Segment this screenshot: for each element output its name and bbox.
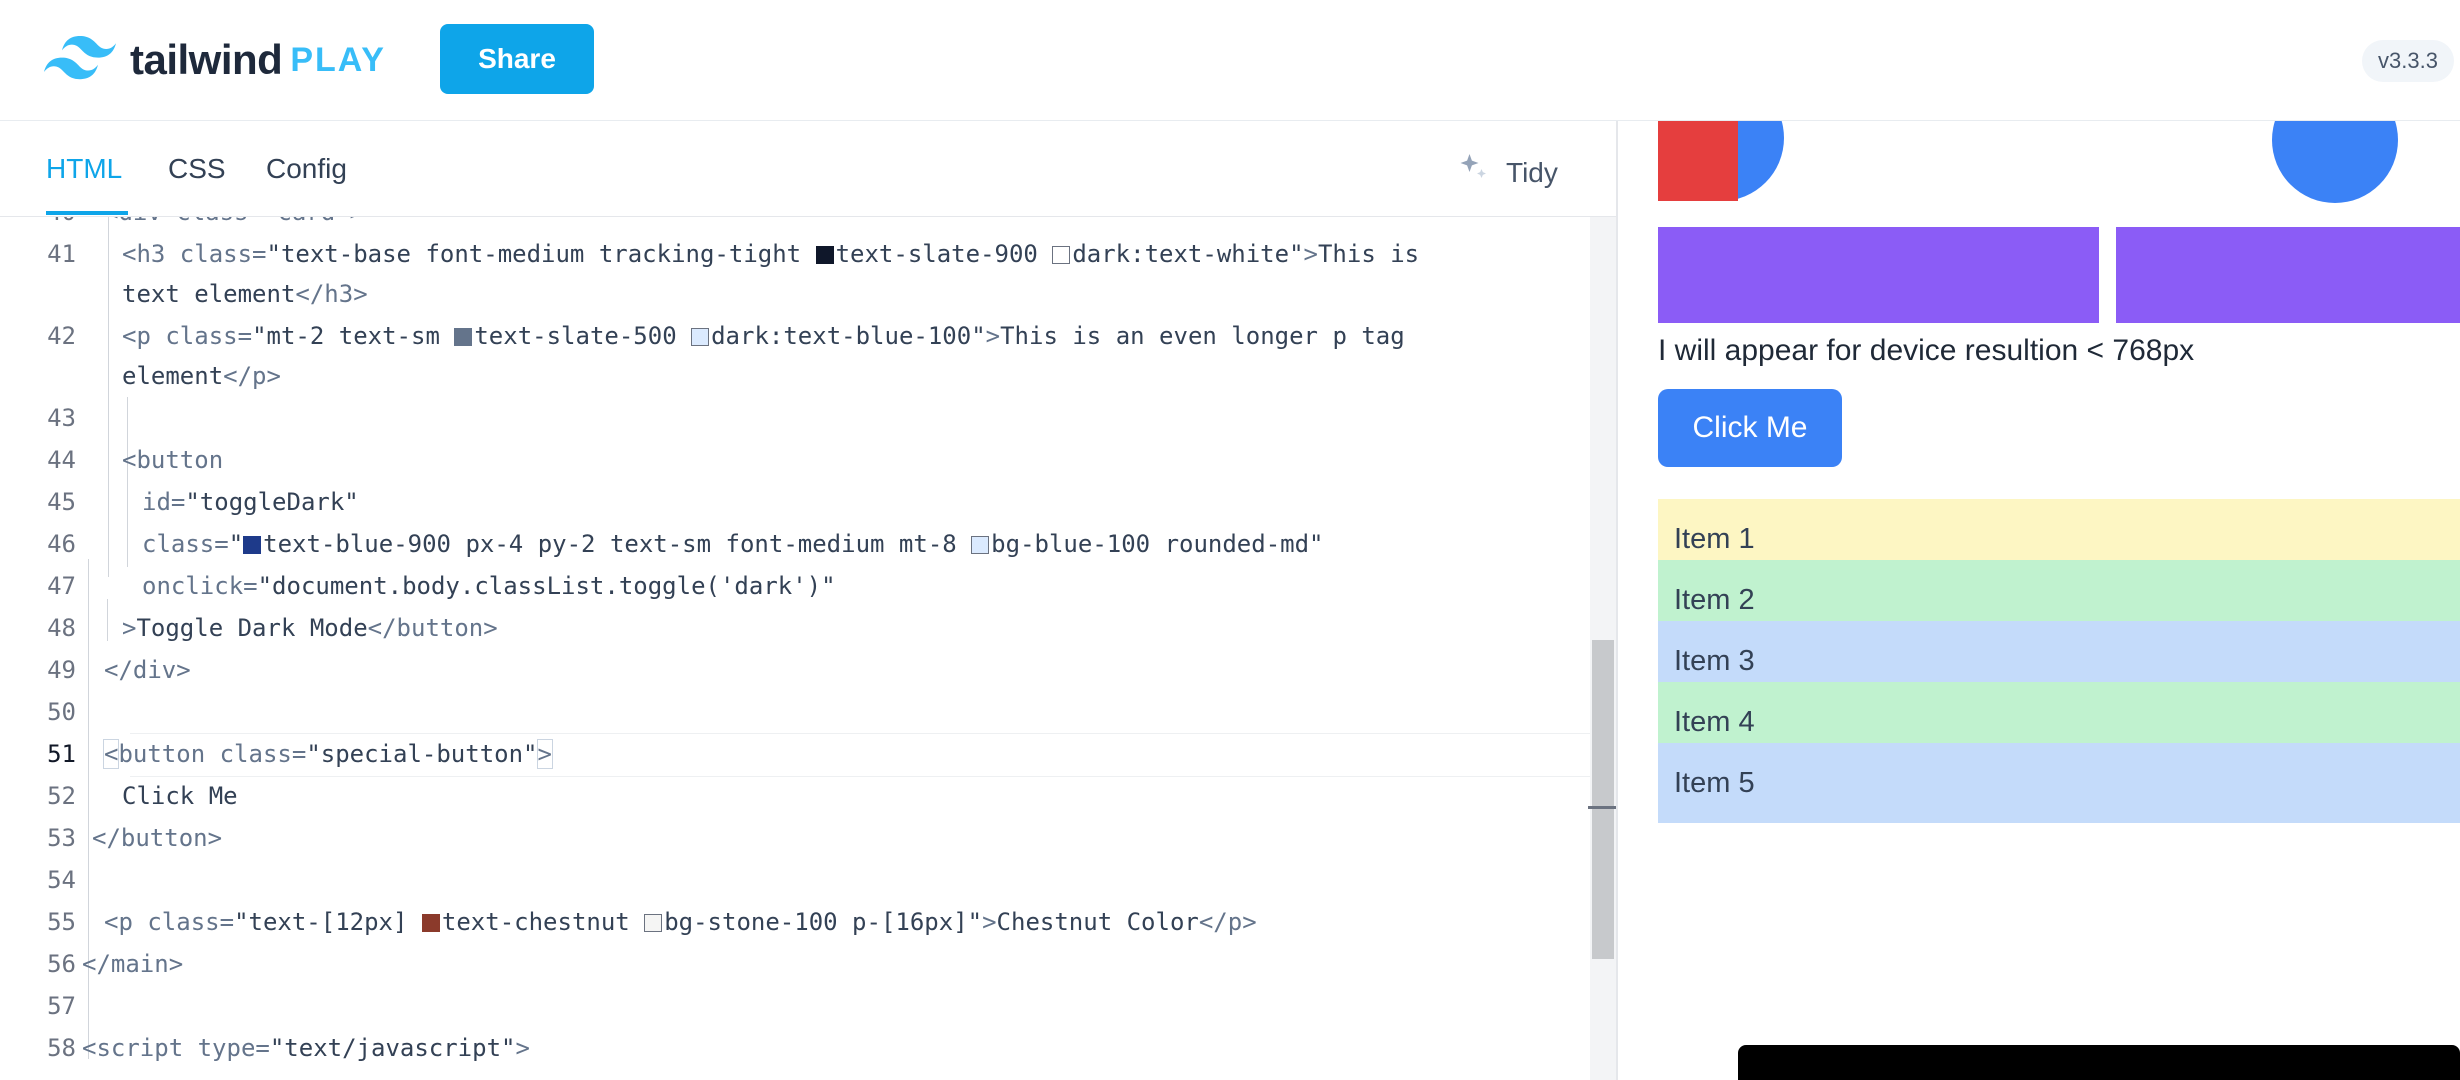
code-line: 52 Click Me <box>0 775 1590 817</box>
red-square <box>1658 121 1738 201</box>
code-text: text element</h3> <box>122 280 368 308</box>
preview-panel: I will appear for device resultion < 768… <box>1618 121 2460 1080</box>
tab-css[interactable]: CSS <box>168 153 226 185</box>
line-number: 48 <box>47 614 76 642</box>
code-text: </div> <box>104 656 191 684</box>
scrollbar-marker <box>1588 806 1618 809</box>
click-me-button[interactable]: Click Me <box>1658 389 1842 467</box>
tailwind-logo-icon <box>44 35 116 85</box>
code-text: <p class="mt-2 text-sm text-slate-500 da… <box>122 322 1405 350</box>
line-number: 51 <box>47 740 76 768</box>
line-number: 41 <box>47 240 76 268</box>
code-line-current: 51 <button class="special-button"> <box>0 733 1590 777</box>
code-line: 43 <box>0 397 1590 439</box>
line-number: 47 <box>47 572 76 600</box>
code-line: 58 <script type="text/javascript"> <box>0 1027 1590 1069</box>
code-line: 42 <p class="mt-2 text-sm text-slate-500… <box>0 315 1590 357</box>
blue-circle <box>2272 121 2398 203</box>
purple-block <box>1658 227 2099 323</box>
tidy-label: Tidy <box>1506 156 1558 188</box>
color-swatch <box>815 246 834 264</box>
code-text: <p class="text-[12px] text-chestnut bg-s… <box>104 908 1257 936</box>
color-swatch <box>243 536 262 554</box>
code-text: <h3 class="text-base font-medium trackin… <box>122 240 1420 268</box>
line-number: 42 <box>47 322 76 350</box>
version-badge[interactable]: v3.3.3 <box>2362 40 2454 82</box>
color-swatch <box>644 914 663 932</box>
code-line: 50 <box>0 691 1590 733</box>
code-line: text element</h3> <box>0 273 1590 315</box>
code-line: 44 <button <box>0 439 1590 481</box>
line-number: 54 <box>47 866 76 894</box>
brand-suffix: PLAY <box>290 40 386 79</box>
active-tab-indicator <box>46 211 128 215</box>
share-button[interactable]: Share <box>440 24 594 94</box>
line-number: 52 <box>47 782 76 810</box>
code-text: >Toggle Dark Mode</button> <box>122 614 498 642</box>
color-swatch <box>1052 246 1071 264</box>
line-number: 58 <box>47 1034 76 1062</box>
code-text: class=" text-blue-900 px-4 py-2 text-sm f… <box>142 530 1324 558</box>
code-line: 54 <box>0 859 1590 901</box>
purple-block <box>2116 227 2460 323</box>
tidy-button[interactable]: Tidy <box>1456 151 1558 194</box>
black-block <box>1738 1045 2460 1080</box>
editor-tabs: HTML CSS Config Tidy <box>0 121 1616 217</box>
code-text: Click Me <box>122 782 238 810</box>
editor-scrollbar-thumb[interactable] <box>1592 640 1614 959</box>
line-number: 55 <box>47 908 76 936</box>
sparkles-icon <box>1456 151 1506 194</box>
line-number: 49 <box>47 656 76 684</box>
code-line: 49 </div> <box>0 649 1590 691</box>
line-number: 50 <box>47 698 76 726</box>
code-line: 46 class=" text-blue-900 px-4 py-2 text-s… <box>0 523 1590 565</box>
line-number: 46 <box>47 530 76 558</box>
code-line: 45 id="toggleDark" <box>0 481 1590 523</box>
responsive-text: I will appear for device resultion < 768… <box>1658 334 2195 367</box>
tab-config[interactable]: Config <box>266 153 347 185</box>
code-text: </main> <box>82 950 184 978</box>
code-text: <script type="text/javascript"> <box>82 1034 530 1062</box>
line-number: 57 <box>47 992 76 1020</box>
tab-html[interactable]: HTML <box>46 153 122 185</box>
code-line: 55 <p class="text-[12px] text-chestnut b… <box>0 901 1590 943</box>
code-area[interactable]: 40 <div class="card"> 41 <h3 class="text… <box>0 217 1590 1080</box>
top-bar: tailwind PLAY Share v3.3.3 <box>0 0 2460 121</box>
code-text: id="toggleDark" <box>142 488 359 516</box>
code-text: <button class="special-button"> <box>102 739 553 769</box>
logo[interactable]: tailwind PLAY <box>44 32 386 88</box>
code-line: element</p> <box>0 355 1590 397</box>
code-text: <div class="card"> <box>104 217 364 233</box>
color-swatch <box>971 536 990 554</box>
line-number: 56 <box>47 950 76 978</box>
code-line: 48 >Toggle Dark Mode</button> <box>0 607 1590 649</box>
code-line: 41 <h3 class="text-base font-medium trac… <box>0 233 1590 275</box>
code-text: onclick="document.body.classList.toggle(… <box>142 572 836 600</box>
code-line: 56 </main> <box>0 943 1590 985</box>
color-swatch <box>691 328 710 346</box>
code-line: 57 <box>0 985 1590 1027</box>
color-swatch <box>421 914 440 932</box>
code-text: </button> <box>92 824 223 852</box>
brand-name: tailwind <box>130 36 283 83</box>
color-swatch <box>454 328 473 346</box>
line-number: 45 <box>47 488 76 516</box>
line-number: 53 <box>47 824 76 852</box>
line-number: 44 <box>47 446 76 474</box>
code-editor-panel: HTML CSS Config Tidy 40 <div class="card… <box>0 121 1616 1080</box>
code-line: 47 onclick="document.body.classList.togg… <box>0 565 1590 607</box>
code-text: element</p> <box>122 362 281 390</box>
code-line: 53 </button> <box>0 817 1590 859</box>
list-item: Item 5 <box>1658 743 2460 823</box>
line-number: 43 <box>47 404 76 432</box>
code-text: <button <box>122 446 224 474</box>
code-line: 40 <div class="card"> <box>0 217 1590 233</box>
line-number: 40 <box>0 217 76 233</box>
